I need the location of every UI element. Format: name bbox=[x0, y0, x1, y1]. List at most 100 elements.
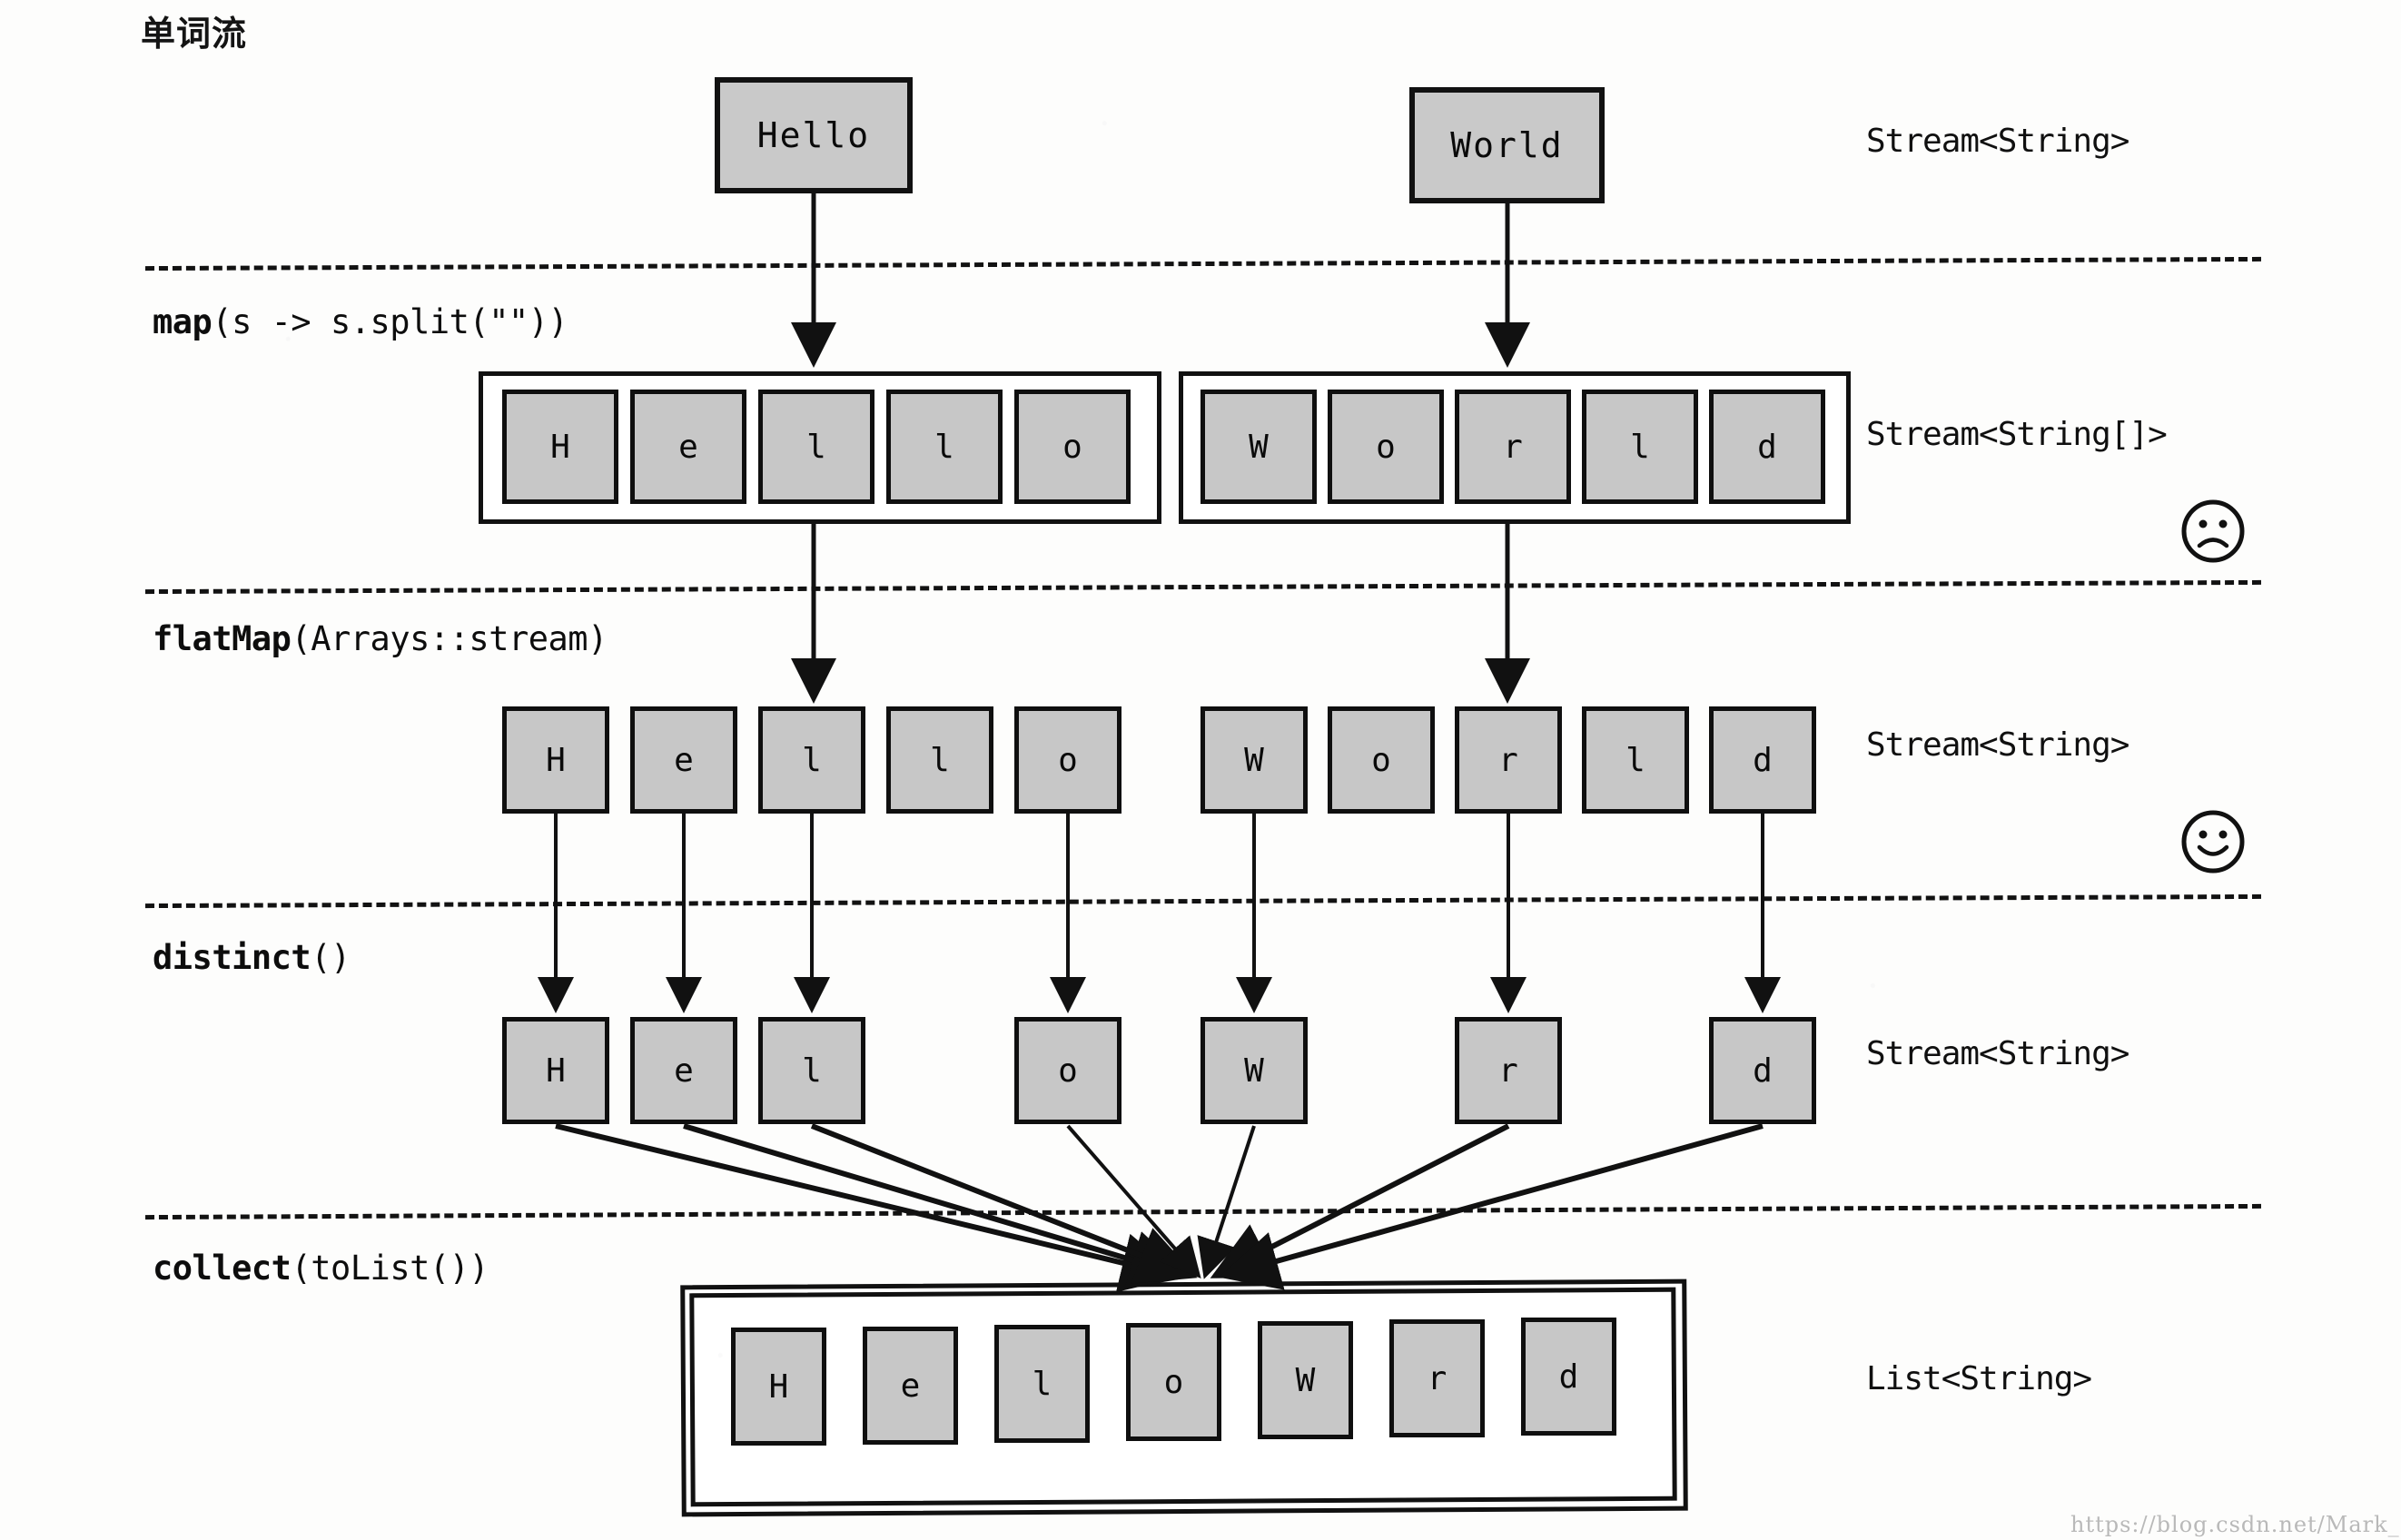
list-cell-5: r bbox=[1389, 1319, 1485, 1437]
cell-letter: l bbox=[1625, 741, 1645, 779]
stage-op-flatmap: flatMap bbox=[153, 619, 291, 658]
cell-letter: o bbox=[1058, 741, 1078, 779]
cell-letter: l bbox=[802, 741, 822, 779]
separator-4 bbox=[145, 1203, 2261, 1220]
cell-letter: r bbox=[1498, 1051, 1518, 1090]
cell-letter: W bbox=[1295, 1361, 1316, 1399]
cell-letter: d bbox=[1757, 428, 1777, 466]
array-cell-hello-3: l bbox=[886, 390, 1003, 504]
stage-args-flatmap: (Arrays::stream) bbox=[291, 619, 608, 658]
cell-letter: l bbox=[1032, 1365, 1052, 1403]
flatmap-cell-6: o bbox=[1328, 706, 1435, 814]
cell-letter: l bbox=[1630, 428, 1650, 466]
cell-letter: d bbox=[1753, 741, 1773, 779]
array-cell-world-4: d bbox=[1709, 390, 1825, 504]
array-cell-hello-2: l bbox=[758, 390, 874, 504]
flatmap-cell-1: e bbox=[630, 706, 737, 814]
cell-letter: r bbox=[1503, 428, 1523, 466]
sad-face-icon bbox=[2179, 498, 2247, 569]
arrow-collect-w bbox=[1197, 1125, 1256, 1279]
word-box-hello: Hello bbox=[715, 77, 913, 193]
array-cell-hello-1: e bbox=[630, 390, 746, 504]
cell-letter: r bbox=[1498, 741, 1518, 779]
flatmap-cell-9: d bbox=[1709, 706, 1816, 814]
type-label-1: Stream<String> bbox=[1866, 123, 2129, 160]
cell-letter: d bbox=[1753, 1051, 1773, 1090]
page-title: 单词流 bbox=[141, 14, 248, 54]
array-cell-world-0: W bbox=[1200, 390, 1317, 504]
cell-letter: e bbox=[900, 1367, 921, 1405]
diagram-page: 单词流 map(s -> s.split("")) flatMap(Arrays… bbox=[0, 0, 2401, 1540]
separator-3 bbox=[145, 893, 2261, 909]
array-cell-world-3: l bbox=[1582, 390, 1698, 504]
cell-letter: l bbox=[930, 741, 950, 779]
distinct-cell-1: e bbox=[630, 1017, 737, 1124]
cell-letter: o bbox=[1163, 1363, 1184, 1401]
cell-letter: l bbox=[806, 428, 826, 466]
flatmap-cell-3: l bbox=[886, 706, 993, 814]
stage-op-collect: collect bbox=[153, 1249, 291, 1288]
stage-label-collect: collect(toList()) bbox=[153, 1249, 489, 1288]
cell-letter: e bbox=[674, 741, 694, 779]
type-label-2: Stream<String[]> bbox=[1866, 416, 2168, 453]
cell-letter: d bbox=[1558, 1357, 1579, 1396]
cell-letter: l bbox=[802, 1051, 822, 1090]
separator-2 bbox=[145, 579, 2261, 595]
type-label-4: Stream<String> bbox=[1866, 1035, 2129, 1072]
cell-letter: W bbox=[1244, 741, 1264, 779]
flatmap-cell-4: o bbox=[1014, 706, 1121, 814]
flatmap-cell-0: H bbox=[502, 706, 609, 814]
flatmap-cell-2: l bbox=[758, 706, 865, 814]
list-cell-2: l bbox=[994, 1325, 1090, 1443]
arrow-collect-d bbox=[1219, 1123, 1764, 1290]
stage-label-flatmap: flatMap(Arrays::stream) bbox=[153, 619, 608, 658]
type-label-5: List<String> bbox=[1866, 1360, 2092, 1397]
cell-letter: r bbox=[1427, 1359, 1448, 1397]
flatmap-cell-5: W bbox=[1200, 706, 1308, 814]
list-cell-0: H bbox=[731, 1328, 826, 1446]
cell-letter: l bbox=[934, 428, 954, 466]
stage-args-map: (s -> s.split("")) bbox=[212, 302, 568, 341]
watermark: https://blog.csdn.net/Mark_Chao bbox=[2070, 1512, 2401, 1537]
separator-1 bbox=[145, 256, 2261, 271]
word-box-world-label: World bbox=[1450, 125, 1564, 165]
stage-label-map: map(s -> s.split("")) bbox=[153, 302, 568, 341]
arrow-collect-h bbox=[555, 1123, 1181, 1292]
cell-letter: o bbox=[1058, 1051, 1078, 1090]
cell-letter: o bbox=[1376, 428, 1396, 466]
arrow-collect-r bbox=[1210, 1123, 1510, 1278]
cell-letter: o bbox=[1371, 741, 1391, 779]
stage-op-distinct: distinct bbox=[153, 938, 311, 977]
list-cell-4: W bbox=[1258, 1321, 1353, 1439]
distinct-cell-4: W bbox=[1200, 1017, 1308, 1124]
array-cell-hello-0: H bbox=[502, 390, 618, 504]
word-box-hello-label: Hello bbox=[756, 115, 871, 155]
array-cell-world-2: r bbox=[1455, 390, 1571, 504]
cell-letter: e bbox=[678, 428, 698, 466]
cell-letter: H bbox=[546, 741, 566, 779]
arrow-collect-o bbox=[1066, 1124, 1201, 1279]
distinct-cell-6: d bbox=[1709, 1017, 1816, 1124]
cell-letter: H bbox=[550, 428, 570, 466]
word-box-world: World bbox=[1409, 87, 1605, 203]
happy-face-icon bbox=[2179, 808, 2247, 880]
array-cell-hello-4: o bbox=[1014, 390, 1131, 504]
distinct-cell-5: r bbox=[1455, 1017, 1562, 1124]
stage-args-collect: (toList()) bbox=[291, 1249, 489, 1288]
array-cell-world-1: o bbox=[1328, 390, 1444, 504]
distinct-cell-3: o bbox=[1014, 1017, 1121, 1124]
list-cell-1: e bbox=[863, 1327, 958, 1445]
cell-letter: W bbox=[1249, 428, 1269, 466]
list-cell-3: o bbox=[1126, 1323, 1221, 1441]
stage-op-map: map bbox=[153, 302, 212, 341]
cell-letter: o bbox=[1062, 428, 1082, 466]
list-cell-6: d bbox=[1521, 1318, 1616, 1436]
arrow-collect-e bbox=[683, 1123, 1191, 1289]
cell-letter: e bbox=[674, 1051, 694, 1090]
distinct-cell-2: l bbox=[758, 1017, 865, 1124]
stage-args-distinct: () bbox=[311, 938, 351, 977]
cell-letter: H bbox=[546, 1051, 566, 1090]
flatmap-cell-8: l bbox=[1582, 706, 1689, 814]
stage-label-distinct: distinct() bbox=[153, 938, 351, 977]
type-label-3: Stream<String> bbox=[1866, 726, 2129, 764]
